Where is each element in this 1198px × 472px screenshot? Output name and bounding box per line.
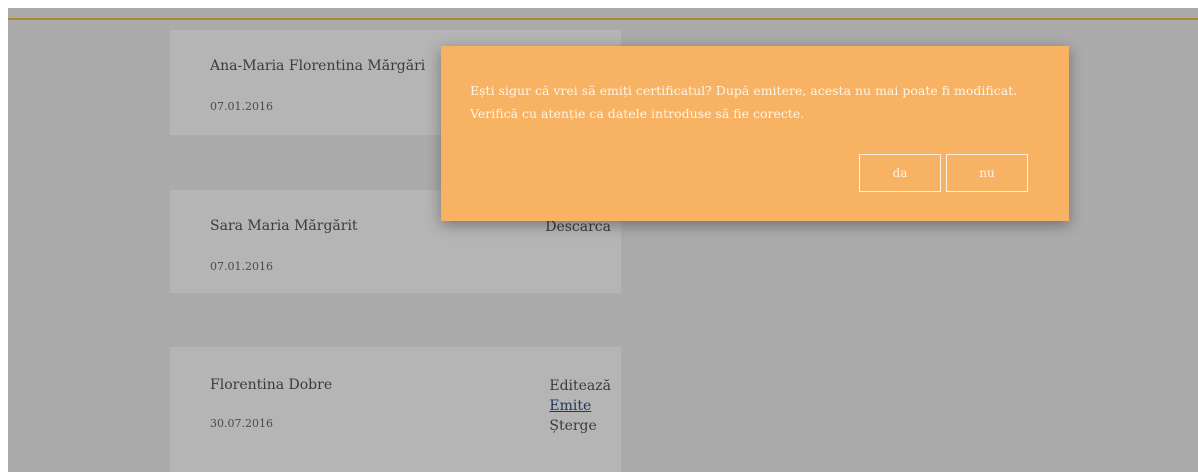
- cancel-button[interactable]: nu: [946, 154, 1028, 192]
- record-name: Sara Maria Mărgărit: [210, 218, 358, 234]
- issue-link[interactable]: Emite: [549, 396, 611, 416]
- header-accent-line: [8, 18, 1198, 20]
- confirm-button[interactable]: da: [859, 154, 941, 192]
- record-name: Florentina Dobre: [210, 377, 333, 393]
- dialog-message: Ești sigur că vrei să emiți certificatul…: [470, 83, 1018, 121]
- record-date: 07.01.2016: [210, 100, 273, 113]
- record-name: Ana-Maria Florentina Mărgări: [210, 58, 426, 74]
- edit-link[interactable]: Editează: [549, 376, 611, 396]
- record-actions: Editează Emite Șterge: [549, 376, 611, 436]
- confirm-dialog: Ești sigur că vrei să emiți certificatul…: [441, 46, 1069, 221]
- top-strip: [0, 0, 1198, 8]
- page-overlay: Ana-Maria Florentina Mărgări 07.01.2016 …: [8, 8, 1198, 472]
- record-date: 30.07.2016: [210, 417, 273, 430]
- delete-link[interactable]: Șterge: [549, 416, 611, 436]
- record-date: 07.01.2016: [210, 260, 273, 273]
- record-card: Florentina Dobre 30.07.2016 Editează Emi…: [170, 347, 621, 472]
